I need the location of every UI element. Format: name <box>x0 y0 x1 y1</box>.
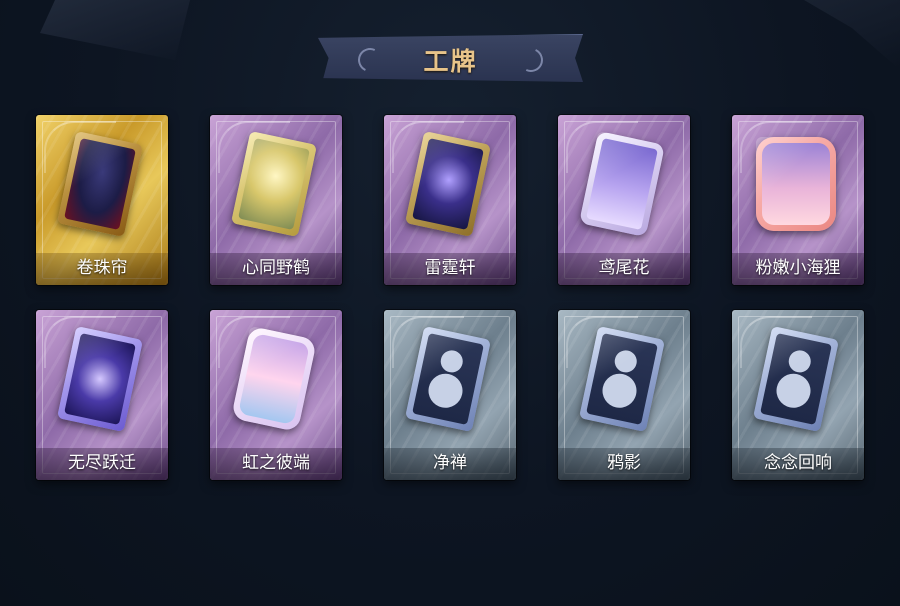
card-label: 粉嫩小海狸 <box>755 258 841 278</box>
badge-card[interactable]: 无尽跃迁 <box>36 310 168 480</box>
badge-card[interactable]: 卷珠帘 <box>36 115 168 285</box>
card-label: 净禅 <box>433 453 467 473</box>
card-label: 念念回响 <box>764 453 832 473</box>
page-title: 工牌 <box>423 47 478 76</box>
card-label: 鸢尾花 <box>598 258 650 278</box>
badge-card[interactable]: 鸦影 <box>558 310 690 480</box>
badge-card[interactable]: 净禅 <box>384 310 516 480</box>
badge-card[interactable]: 雷霆轩 <box>384 115 516 285</box>
badge-card[interactable]: 虹之彼端 <box>210 310 342 480</box>
card-label: 卷珠帘 <box>76 258 128 278</box>
badge-card[interactable]: 粉嫩小海狸 <box>732 115 864 285</box>
collection-screen: 工牌 卷珠帘 心同野鹤 雷霆轩 鸢尾花 粉嫩小海狸 无尽跃迁 虹之彼端 净禅 鸦… <box>0 0 900 606</box>
badge-card[interactable]: 念念回响 <box>732 310 864 480</box>
card-label: 鸦影 <box>607 453 641 473</box>
badge-card[interactable]: 心同野鹤 <box>210 115 342 285</box>
badge-card[interactable]: 鸢尾花 <box>558 115 690 285</box>
corner-decoration-right <box>804 0 900 70</box>
card-label: 心同野鹤 <box>242 258 310 278</box>
fennenxiaohaili-badge-icon <box>756 137 836 231</box>
card-label: 虹之彼端 <box>242 453 310 473</box>
card-label: 无尽跃迁 <box>68 453 136 473</box>
card-label: 雷霆轩 <box>424 258 476 278</box>
title-banner: 工牌 <box>318 34 583 82</box>
corner-decoration <box>40 0 190 60</box>
